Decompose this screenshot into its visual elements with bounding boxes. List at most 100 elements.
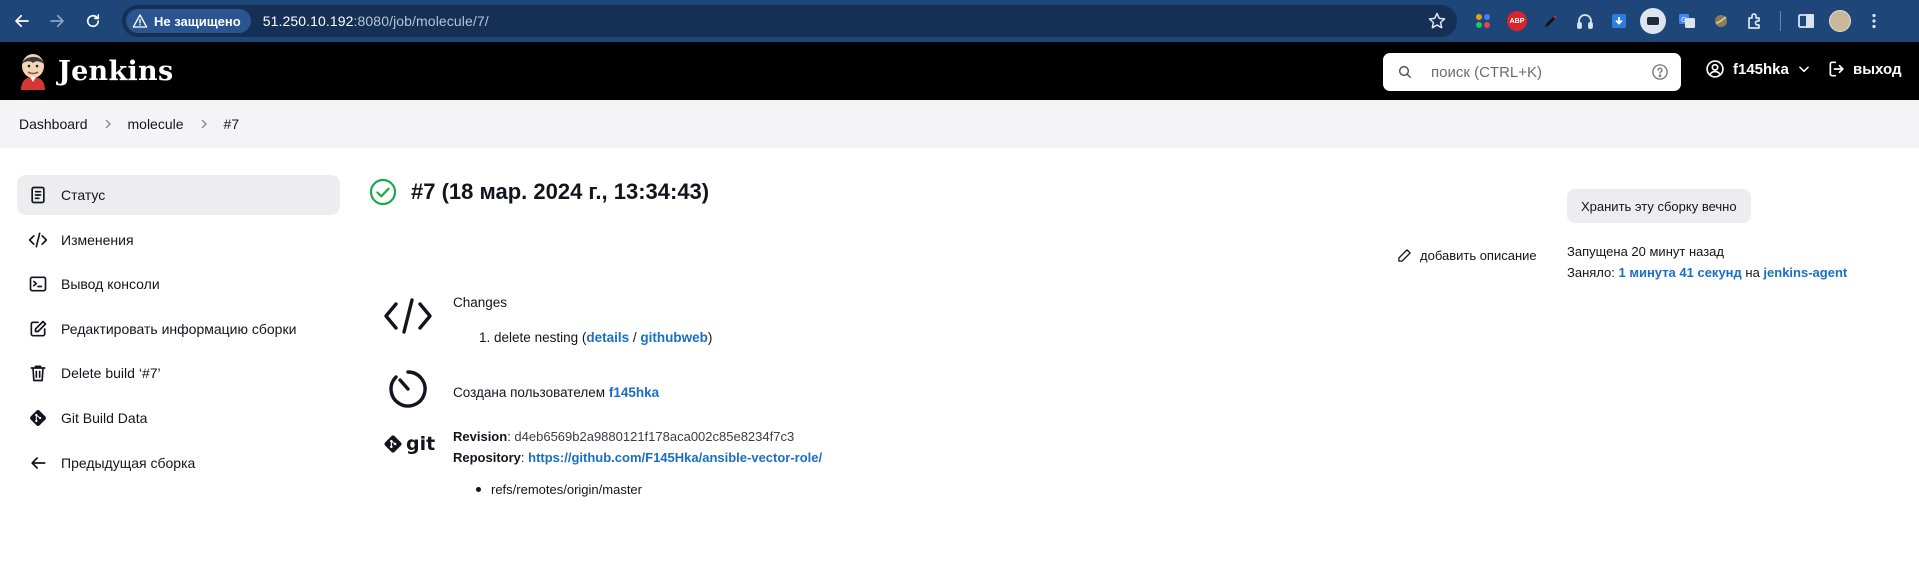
browser-toolbar: Не защищено 51.250.10.192:8080/job/molec… <box>0 0 1919 42</box>
grid-extension-icon[interactable] <box>1470 8 1496 34</box>
duration-line: Заняло: 1 минута 41 секунд на jenkins-ag… <box>1567 262 1847 283</box>
repository-line: Repository: https://github.com/F145Hka/a… <box>453 450 823 465</box>
media-extension-icon[interactable] <box>1640 8 1666 34</box>
sidebar-item-changes[interactable]: Изменения <box>17 220 340 260</box>
jenkins-logo-link[interactable]: Jenkins <box>18 52 173 90</box>
breadcrumb-build[interactable]: #7 <box>223 116 241 132</box>
url-path: :8080/job/molecule/7/ <box>353 13 489 29</box>
created-by: Создана пользователем f145hka <box>453 385 659 400</box>
revision-line: Revision: d4eb6569b2a9880121f178aca002c8… <box>453 429 795 444</box>
breadcrumb-bar: Dashboard molecule #7 <box>0 100 1919 148</box>
git-revision-info: Revision: d4eb6569b2a9880121f178aca002c8… <box>453 426 822 468</box>
profile-avatar[interactable] <box>1827 8 1853 34</box>
sidebar-item-label: Вывод консоли <box>61 276 160 293</box>
adblock-icon[interactable]: ABP <box>1504 8 1530 34</box>
timer-icon <box>389 370 427 408</box>
address-bar[interactable]: Не защищено 51.250.10.192:8080/job/molec… <box>122 5 1457 37</box>
arrow-left-icon <box>15 14 29 28</box>
pencil-icon <box>1398 249 1411 262</box>
code-icon <box>28 232 48 248</box>
ref-name: refs/remotes/origin/master <box>491 482 642 497</box>
breadcrumb-molecule[interactable]: molecule <box>127 116 185 132</box>
sidebar-item-label: Статус <box>61 187 106 203</box>
chevron-down-icon <box>1799 66 1809 73</box>
sidebar-item-status[interactable]: Статус <box>17 175 340 215</box>
profile-avatar-icon <box>1829 10 1851 32</box>
bookmark-star-icon[interactable] <box>1427 11 1447 31</box>
revision-hash: d4eb6569b2a9880121f178aca002c85e8234f7c3 <box>514 429 795 444</box>
keep-build-forever-button[interactable]: Хранить эту сборку вечно <box>1567 189 1751 223</box>
git-logo: git <box>383 433 435 455</box>
user-menu[interactable]: f145hka <box>1705 59 1811 79</box>
headphones-extension-icon[interactable] <box>1572 8 1598 34</box>
agent-link[interactable]: jenkins-agent <box>1763 265 1847 280</box>
user-link[interactable]: f145hka <box>609 385 659 400</box>
logout-label: выход <box>1853 60 1902 78</box>
duration-link[interactable]: 1 минута 41 секунд <box>1619 265 1742 280</box>
sidebar-item-edit-build-info[interactable]: Редактировать информацию сборки <box>17 309 340 349</box>
revision-label: Revision <box>453 429 508 444</box>
page-title: #7 (18 мар. 2024 г., 13:34:43) <box>411 179 710 204</box>
svg-text:G: G <box>1681 16 1686 24</box>
details-link[interactable]: details <box>586 330 629 345</box>
app-name: Jenkins <box>58 55 174 87</box>
code-icon <box>384 298 432 334</box>
sidebar-item-previous-build[interactable]: Предыдущая сборка <box>17 443 340 483</box>
arrow-left-icon <box>31 456 46 469</box>
forward-button[interactable] <box>43 7 71 35</box>
success-check-icon <box>369 178 397 206</box>
user-icon <box>1706 60 1724 78</box>
url-host: 51.250.10.192 <box>262 13 354 29</box>
search-input[interactable] <box>1431 63 1651 81</box>
sidebar-item-label: Предыдущая сборка <box>61 454 196 471</box>
edit-icon <box>30 320 47 337</box>
browser-menu-icon[interactable] <box>1861 8 1887 34</box>
logout-link[interactable]: выход <box>1827 59 1902 79</box>
abp-label: ABP <box>1507 11 1527 31</box>
on-label: на <box>1741 265 1764 280</box>
terminal-icon <box>29 276 47 292</box>
logout-icon <box>1829 61 1844 77</box>
sidebar: Статус Изменения Вывод консоли Редактиро… <box>17 175 340 487</box>
started-text: Запущена 20 минут назад <box>1567 244 1724 259</box>
sidebar-item-label: Изменения <box>61 231 134 248</box>
git-icon <box>30 409 46 426</box>
puzzle-extensions-icon[interactable] <box>1742 8 1768 34</box>
chevron-right-icon <box>105 119 111 129</box>
trash-icon <box>30 365 46 382</box>
reload-button[interactable] <box>79 7 107 35</box>
changes-list: 1. delete nesting (details / githubweb) <box>479 330 712 345</box>
breadcrumb: Dashboard molecule #7 <box>18 116 240 132</box>
repository-link[interactable]: https://github.com/F145Hka/ansible-vecto… <box>528 450 822 465</box>
ball-extension-icon[interactable] <box>1708 8 1734 34</box>
repository-label: Repository <box>453 450 521 465</box>
chevron-right-icon <box>201 119 207 129</box>
side-panel-icon[interactable] <box>1793 8 1819 34</box>
security-indicator[interactable]: Не защищено <box>126 9 251 33</box>
document-icon <box>31 186 45 204</box>
sidebar-item-git-build-data[interactable]: Git Build Data <box>17 398 340 438</box>
username: f145hka <box>1733 60 1789 78</box>
breadcrumb-dashboard[interactable]: Dashboard <box>18 116 89 132</box>
help-icon[interactable] <box>1651 63 1669 81</box>
build-meta: Запущена 20 минут назад Заняло: 1 минута… <box>1567 241 1847 283</box>
list-item: 1. delete nesting (details / githubweb) <box>479 330 713 345</box>
url-text[interactable]: 51.250.10.192:8080/job/molecule/7/ <box>263 13 489 29</box>
pen-extension-icon[interactable] <box>1538 8 1564 34</box>
security-label: Не защищено <box>154 13 241 29</box>
sidebar-item-console[interactable]: Вывод консоли <box>17 264 340 304</box>
add-description-link[interactable]: добавить описание <box>1397 248 1537 263</box>
download-extension-icon[interactable] <box>1606 8 1632 34</box>
githubweb-link[interactable]: githubweb <box>640 330 708 345</box>
change-index: 1. <box>479 330 491 345</box>
sidebar-item-delete-build[interactable]: Delete build ‘#7’ <box>17 353 340 393</box>
toolbar-divider <box>1780 11 1781 31</box>
changes-title: Changes <box>453 295 508 310</box>
sidebar-item-label: Delete build ‘#7’ <box>61 365 161 382</box>
warning-icon <box>132 14 148 28</box>
back-button[interactable] <box>8 7 36 35</box>
sidebar-item-label: Редактировать информацию сборки <box>61 320 297 337</box>
extensions-bar: ABP G <box>1470 8 1887 34</box>
translate-extension-icon[interactable]: G <box>1674 8 1700 34</box>
search-box[interactable] <box>1383 53 1681 91</box>
